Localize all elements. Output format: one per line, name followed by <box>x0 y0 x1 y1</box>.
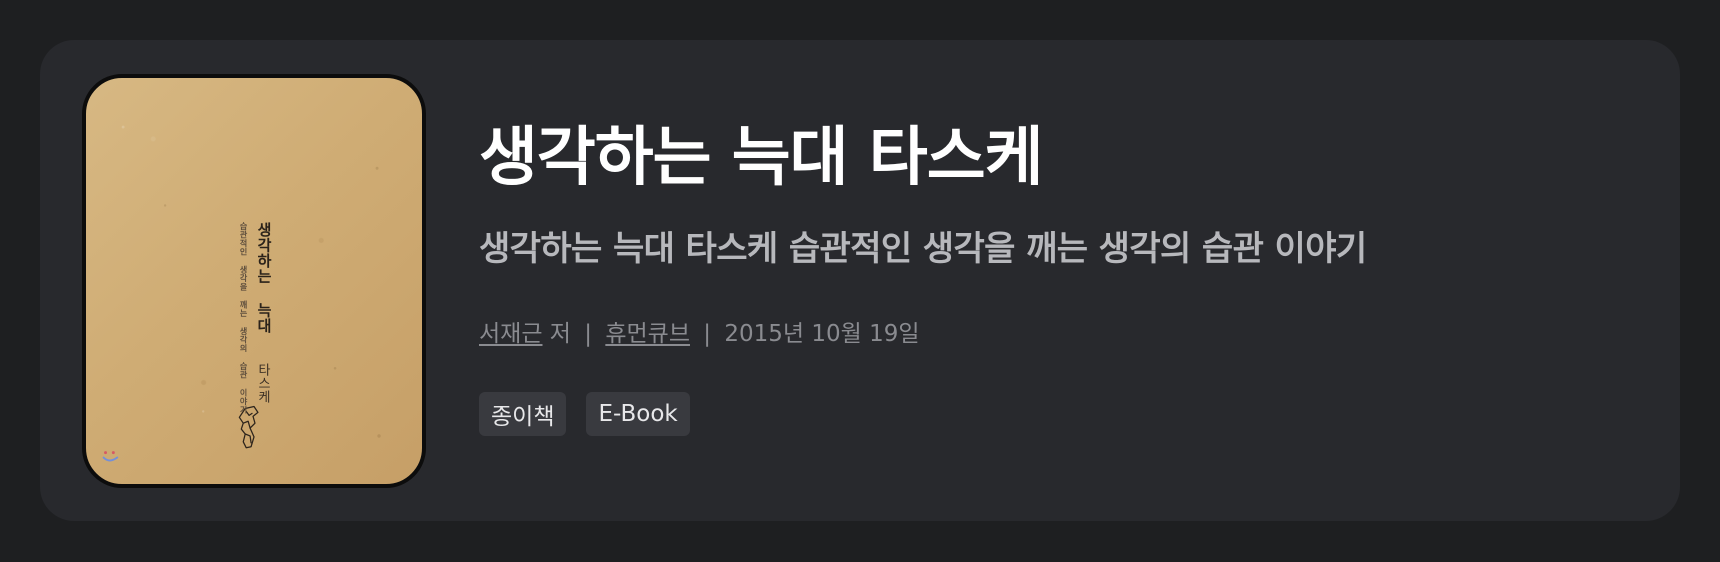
publisher-link[interactable]: 휴먼큐브 <box>605 321 690 347</box>
published-date: 2015년 10월 19일 <box>724 321 920 347</box>
book-title: 생각하는 늑대 타스케 <box>479 121 1043 195</box>
cover-subtitle-vertical: 습관적인 생각을 깨는 생각의 습관 이야기 <box>239 222 248 414</box>
book-subtitle: 생각하는 늑대 타스케 습관적인 생각을 깨는 생각의 습관 이야기 <box>479 229 1367 269</box>
book-meta: 서재근 저 | 휴먼큐브 | 2015년 10월 19일 <box>479 321 920 349</box>
cover-title-vertical: 생각하는 늑대 <box>255 222 273 334</box>
format-tags: 종이책 E-Book <box>479 392 690 436</box>
meta-separator-1: | <box>584 321 593 347</box>
author-suffix: 저 <box>549 321 571 347</box>
book-card: 생각하는 늑대 습관적인 생각을 깨는 생각의 습관 이야기 타스케 생각하는 … <box>40 40 1680 521</box>
cover-series-vertical: 타스케 <box>255 363 270 404</box>
author-link[interactable]: 서재근 <box>479 321 542 347</box>
format-tag-paper-book[interactable]: 종이책 <box>479 392 567 436</box>
meta-separator-2: | <box>703 321 712 347</box>
cover-art <box>102 125 381 462</box>
format-tag-ebook[interactable]: E-Book <box>586 392 690 436</box>
book-cover[interactable]: 생각하는 늑대 습관적인 생각을 깨는 생각의 습관 이야기 타스케 <box>82 74 426 488</box>
smile-icon <box>102 451 119 462</box>
